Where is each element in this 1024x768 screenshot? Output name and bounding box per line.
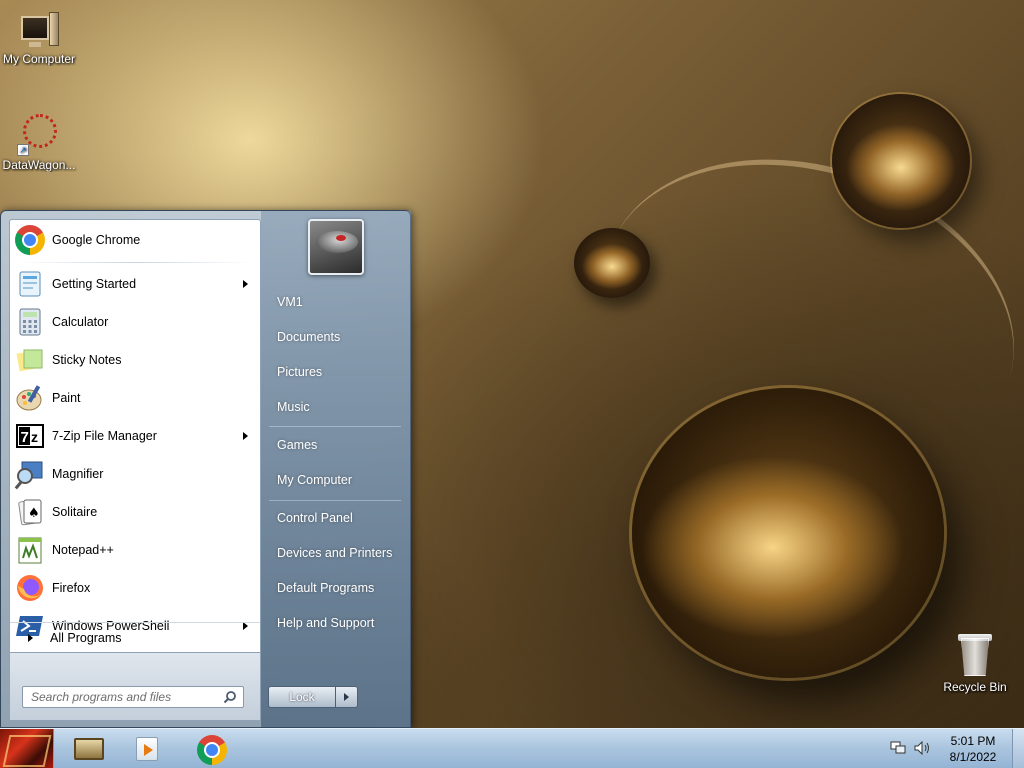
program-label: Calculator <box>52 315 109 329</box>
separator <box>269 426 401 427</box>
windows-explorer-icon <box>74 738 104 760</box>
solitaire-icon: ♠ <box>18 499 42 526</box>
svg-text:7: 7 <box>21 429 29 446</box>
desktop-icon-label: DataWagon... <box>2 158 76 172</box>
search-icon[interactable] <box>223 690 237 704</box>
program-label: 7-Zip File Manager <box>52 429 157 443</box>
user-avatar[interactable] <box>308 219 364 275</box>
chrome-icon <box>197 735 227 765</box>
submenu-arrow-icon[interactable] <box>243 280 248 288</box>
place-help-and-support[interactable]: Help and Support <box>269 608 403 638</box>
chevron-right-icon <box>344 693 349 701</box>
program-label: Notepad++ <box>52 543 114 557</box>
all-programs-label: All Programs <box>50 630 122 645</box>
program-label: Firefox <box>52 581 91 595</box>
taskbar-google-chrome[interactable] <box>192 732 232 766</box>
notepad-plus-plus-icon <box>18 537 42 564</box>
program-getting-started[interactable]: Getting Started <box>10 265 260 303</box>
place-devices-and-printers[interactable]: Devices and Printers <box>269 538 403 568</box>
program-paint[interactable]: Paint <box>10 379 260 417</box>
svg-text:♠: ♠ <box>28 506 40 521</box>
paint-icon <box>16 385 42 411</box>
lock-button[interactable]: Lock <box>268 686 336 708</box>
desktop-icon-label: Recycle Bin <box>943 680 1007 694</box>
search-area: Search programs and files <box>9 653 261 721</box>
program-label: Sticky Notes <box>52 353 122 367</box>
separator <box>269 500 401 501</box>
calculator-icon <box>19 308 41 336</box>
program-notepad-plus-plus[interactable]: Notepad++ <box>10 531 260 569</box>
place-pictures[interactable]: Pictures <box>269 357 403 387</box>
svg-text:z: z <box>31 429 38 445</box>
place-label: My Computer <box>277 473 353 487</box>
lock-label: Lock <box>289 690 315 704</box>
recycle-bin-icon <box>955 632 995 678</box>
wallpaper-orb <box>632 388 944 678</box>
place-label: Devices and Printers <box>277 546 393 560</box>
network-icon[interactable] <box>890 741 906 755</box>
desktop-icon-datawagon[interactable]: ↗ DataWagon... <box>1 112 77 172</box>
wallpaper-orb <box>574 228 650 298</box>
program-calculator[interactable]: Calculator <box>10 303 260 341</box>
place-label: Pictures <box>277 365 323 379</box>
place-default-programs[interactable]: Default Programs <box>269 573 403 603</box>
program-label: Solitaire <box>52 505 98 519</box>
clock[interactable]: 5:01 PM 8/1/2022 <box>938 733 1008 765</box>
program-label: Getting Started <box>52 277 137 291</box>
search-input[interactable]: Search programs and files <box>22 686 244 708</box>
chrome-icon <box>14 224 46 256</box>
start-menu-programs-pane: Google Chrome Getting Started Calculator… <box>9 219 261 653</box>
search-placeholder: Search programs and files <box>31 690 172 704</box>
volume-icon[interactable] <box>914 741 932 755</box>
place-label: Default Programs <box>277 581 375 595</box>
desktop-icon-my-computer[interactable]: My Computer <box>1 12 77 66</box>
program-google-chrome[interactable]: Google Chrome <box>10 220 260 260</box>
place-label: Music <box>277 400 310 414</box>
all-programs-arrow-icon <box>28 633 33 642</box>
clock-time: 5:01 PM <box>950 734 996 748</box>
show-desktop-button[interactable] <box>1012 729 1024 768</box>
program-label: Paint <box>52 391 81 405</box>
7zip-icon: 7 z <box>16 424 44 448</box>
taskbar-media-player[interactable] <box>128 732 168 766</box>
getting-started-icon <box>19 271 41 297</box>
place-games[interactable]: Games <box>269 430 403 460</box>
start-menu: Google Chrome Getting Started Calculator… <box>0 210 411 728</box>
desktop-icon-recycle-bin[interactable]: Recycle Bin <box>937 632 1013 694</box>
place-label: VM1 <box>277 295 303 309</box>
place-music[interactable]: Music <box>269 392 403 422</box>
start-button[interactable] <box>0 729 54 768</box>
program-label: Google Chrome <box>52 233 141 247</box>
program-magnifier[interactable]: Magnifier <box>10 455 260 493</box>
clock-date: 8/1/2022 <box>949 750 997 764</box>
submenu-arrow-icon[interactable] <box>243 432 248 440</box>
desktop-icon-label: My Computer <box>2 52 76 66</box>
program-label: Magnifier <box>52 467 104 481</box>
start-menu-places-pane: VM1 Documents Pictures Music Games My Co… <box>261 211 411 727</box>
program-solitaire[interactable]: ♠ Solitaire <box>10 493 260 531</box>
taskbar-windows-explorer[interactable] <box>70 732 110 766</box>
place-label: Documents <box>277 330 341 344</box>
sticky-notes-icon <box>16 349 43 372</box>
separator <box>18 262 252 263</box>
place-user-folder[interactable]: VM1 <box>269 287 403 317</box>
place-documents[interactable]: Documents <box>269 322 403 352</box>
media-player-icon <box>136 737 158 761</box>
datawagon-icon: ↗ <box>17 112 61 156</box>
all-programs-button[interactable]: All Programs <box>10 622 260 652</box>
program-sticky-notes[interactable]: Sticky Notes <box>10 341 260 379</box>
program-7zip[interactable]: 7 z 7-Zip File Manager <box>10 417 260 455</box>
magnifier-icon <box>14 461 43 490</box>
computer-icon <box>17 12 61 50</box>
place-label: Help and Support <box>277 616 375 630</box>
taskbar <box>0 728 1024 768</box>
wallpaper-orb <box>832 94 970 228</box>
place-label: Control Panel <box>277 511 353 525</box>
program-firefox[interactable]: Firefox <box>10 569 260 607</box>
place-control-panel[interactable]: Control Panel <box>269 503 403 533</box>
place-label: Games <box>277 438 318 452</box>
place-my-computer[interactable]: My Computer <box>269 465 403 495</box>
shutdown-options-button[interactable] <box>336 686 358 708</box>
firefox-icon <box>17 575 43 601</box>
